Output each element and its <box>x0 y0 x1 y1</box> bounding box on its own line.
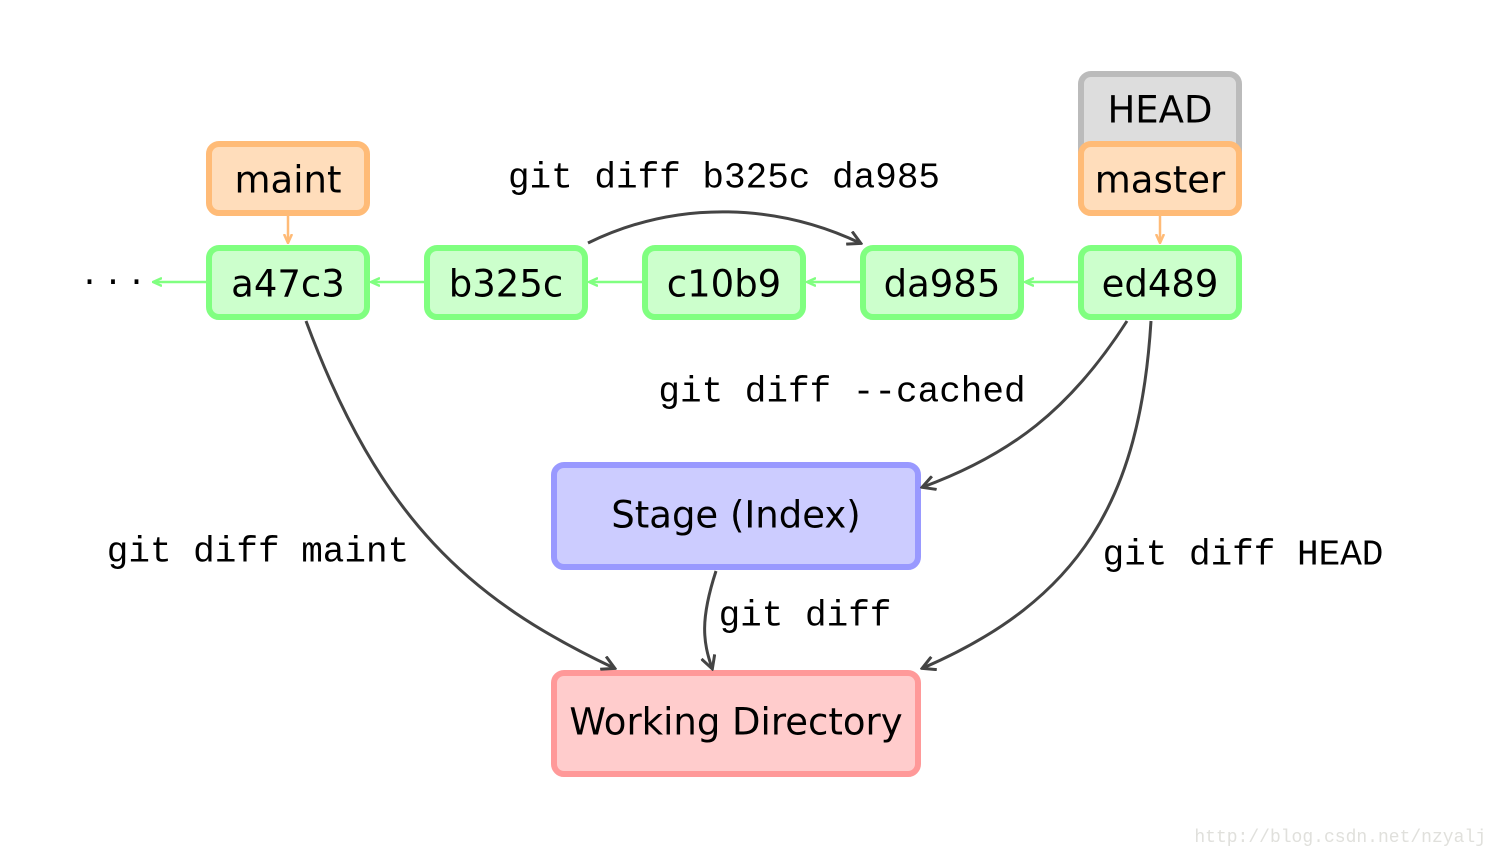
cmd-diff-plain: git diff <box>719 596 892 637</box>
working-directory-box: Working Directory <box>551 670 921 777</box>
commit-b325c: b325c <box>424 245 588 320</box>
master-label: master <box>1095 159 1226 202</box>
commit-c10b9: c10b9 <box>642 245 806 320</box>
diff-commits-arrow <box>587 210 860 243</box>
commit-label: a47c3 <box>231 263 345 306</box>
commit-label: b325c <box>449 263 563 306</box>
maint-label: maint <box>235 159 342 202</box>
branch-master: master <box>1078 141 1242 216</box>
commit-ed489: ed489 <box>1078 245 1242 320</box>
commit-da985: da985 <box>860 245 1024 320</box>
commit-label: ed489 <box>1102 263 1219 306</box>
cmd-diff-commits: git diff b325c da985 <box>508 158 940 199</box>
diff-plain-arrow <box>705 570 718 668</box>
stage-index-box: Stage (Index) <box>551 462 921 570</box>
commit-label: da985 <box>884 263 1001 306</box>
commit-label: c10b9 <box>667 263 781 306</box>
git-diff-diagram: HEAD maint master · · · a47c3 b325c c10b… <box>84 71 1486 848</box>
working-directory-label: Working Directory <box>569 701 902 744</box>
cmd-diff-head: git diff HEAD <box>1103 535 1384 576</box>
stage-label: Stage (Index) <box>611 494 860 537</box>
head-label: HEAD <box>1107 89 1212 132</box>
branch-maint: maint <box>206 141 370 216</box>
cmd-diff-maint: git diff maint <box>107 532 409 573</box>
ellipsis: · · · <box>84 261 143 304</box>
cmd-diff-cached: git diff --cached <box>658 372 1025 413</box>
commit-a47c3: a47c3 <box>206 245 370 320</box>
watermark: http://blog.csdn.net/nzyalj <box>1194 828 1486 848</box>
